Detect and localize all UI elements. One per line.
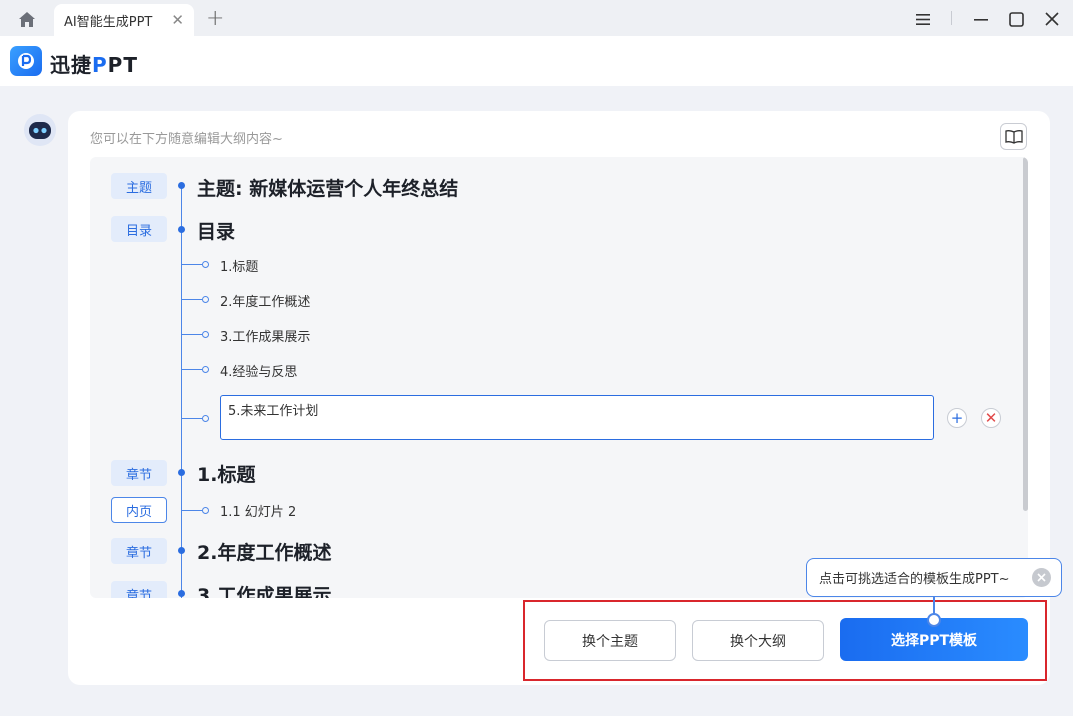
tree-node	[202, 261, 209, 268]
tree-node	[202, 331, 209, 338]
divider	[951, 11, 952, 25]
tree-node	[178, 469, 185, 476]
section-title[interactable]: 3.工作成果展示	[197, 581, 331, 598]
tree-branch	[182, 264, 202, 265]
tree-node	[202, 296, 209, 303]
close-tab-icon[interactable]: ✕	[171, 12, 184, 28]
tree-node	[178, 182, 185, 189]
close-tooltip-icon[interactable]	[1032, 568, 1051, 587]
tooltip-text: 点击可挑选适合的模板生成PPT~	[819, 572, 1010, 587]
app-logo-text: 迅捷PPT	[50, 53, 138, 77]
change-topic-button[interactable]: 换个主题	[544, 620, 676, 661]
change-outline-button[interactable]: 换个大纲	[692, 620, 824, 661]
page-item[interactable]: 1.1 幻灯片 2	[220, 501, 296, 520]
tree-node	[178, 590, 185, 597]
toc-item-edit-field[interactable]: 5.未来工作计划	[220, 395, 934, 440]
home-icon[interactable]	[16, 9, 38, 29]
tree-connector	[181, 185, 182, 598]
scrollbar[interactable]	[1023, 157, 1028, 511]
title-bar: AI智能生成PPT ✕ +	[0, 0, 1073, 36]
minimize-icon[interactable]	[970, 8, 992, 30]
tree-branch	[182, 299, 202, 300]
tree-node	[202, 366, 209, 373]
section-title[interactable]: 1.标题	[197, 460, 255, 487]
app-header: 迅捷PPT	[0, 36, 1073, 86]
add-item-icon[interactable]: +	[947, 408, 967, 428]
section-tag: 章节	[111, 538, 167, 564]
tree-branch	[182, 510, 202, 511]
section-title[interactable]: 2.年度工作概述	[197, 538, 331, 565]
tooltip-anchor	[927, 613, 941, 627]
maximize-icon[interactable]	[1005, 8, 1027, 30]
tree-node	[202, 415, 209, 422]
new-tab-icon[interactable]: +	[206, 8, 224, 30]
toc-title[interactable]: 目录	[197, 217, 235, 244]
tab-ai-ppt[interactable]: AI智能生成PPT ✕	[54, 4, 194, 36]
outline-editor[interactable]: 主题 主题: 新媒体运营个人年终总结 目录 目录 1.标题 2.年度工作概述 3…	[90, 157, 1028, 598]
tree-branch	[182, 369, 202, 370]
toc-item[interactable]: 3.工作成果展示	[220, 326, 310, 345]
delete-item-icon[interactable]: ✕	[981, 408, 1001, 428]
template-tooltip: 点击可挑选适合的模板生成PPT~	[806, 558, 1062, 597]
toc-item[interactable]: 4.经验与反思	[220, 361, 297, 380]
tree-node	[178, 547, 185, 554]
tab-title: AI智能生成PPT	[64, 14, 153, 30]
tree-branch	[182, 418, 202, 419]
toc-item[interactable]: 2.年度工作概述	[220, 291, 310, 310]
tree-node	[178, 226, 185, 233]
outline-card: 您可以在下方随意编辑大纲内容~ 主题 主题: 新媒体运营个人年终总结 目录 目录…	[68, 111, 1050, 685]
tree-branch	[182, 334, 202, 335]
page-tag: 内页	[111, 497, 167, 523]
menu-icon[interactable]	[912, 8, 934, 30]
app-logo-icon	[10, 46, 42, 76]
toc-tag: 目录	[111, 216, 167, 242]
robot-avatar-icon	[24, 114, 56, 146]
close-window-icon[interactable]	[1041, 8, 1063, 30]
section-tag: 章节	[111, 460, 167, 486]
toc-item[interactable]: 1.标题	[220, 256, 258, 275]
section-tag: 章节	[111, 581, 167, 598]
book-icon[interactable]	[1000, 123, 1027, 150]
topic-tag: 主题	[111, 173, 167, 199]
tree-node	[202, 507, 209, 514]
topic-title[interactable]: 主题: 新媒体运营个人年终总结	[197, 174, 458, 201]
assistant-hint: 您可以在下方随意编辑大纲内容~	[90, 132, 283, 147]
